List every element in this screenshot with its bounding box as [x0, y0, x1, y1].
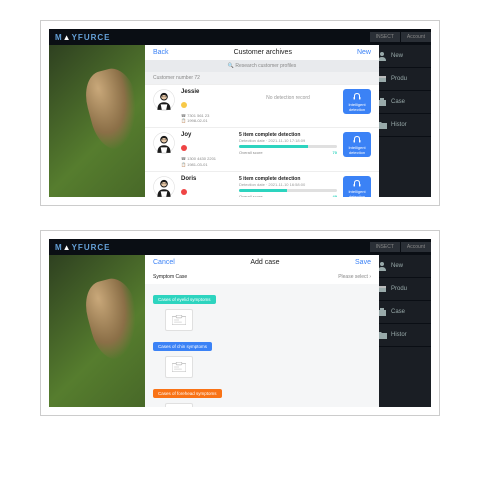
symptom-tag[interactable]: Cases of eyelid symptoms — [153, 295, 216, 304]
case-card[interactable] — [165, 356, 193, 378]
symptom-label: Symptom Case — [153, 274, 187, 280]
archives-panel: Back Customer archives New 🔍 Research cu… — [145, 45, 379, 197]
top-buttons: INSECT Account — [370, 242, 431, 252]
symptom-tag-block: Cases of eyelid symptoms — [153, 288, 371, 331]
top-btn-insect[interactable]: INSECT — [370, 32, 400, 42]
mockup-archives: M▲YFURCE INSECT Account New Produ Case H… — [40, 20, 440, 206]
brand-logo: M▲YFURCE — [49, 33, 110, 42]
back-link[interactable]: Back — [153, 49, 169, 56]
panel-title: Customer archives — [234, 49, 292, 56]
case-card[interactable] — [165, 309, 193, 331]
customer-row[interactable]: Doris☎ 1300 4430 2201📋 1979 / 1 / 11 5 it… — [145, 171, 379, 197]
user-dob: 📋 1981-03-01 — [181, 162, 233, 167]
case-card[interactable] — [165, 403, 193, 407]
detection-area: 5 item complete detectionDetection date … — [239, 132, 337, 155]
symptom-tag[interactable]: Cases of chin symptoms — [153, 342, 212, 351]
status-badge — [181, 145, 187, 151]
customer-row[interactable]: Joy☎ 1300 4430 2201📋 1981-03-01 5 item co… — [145, 127, 379, 170]
detection-area: 5 item complete detectionDetection date … — [239, 176, 337, 197]
addcase-panel: Cancel Add case Save Symptom Case Please… — [145, 255, 379, 407]
sidebar-item-product[interactable]: Produ — [371, 278, 431, 301]
status-badge — [181, 189, 187, 195]
no-detection: No detection record — [239, 89, 337, 101]
score-row: Overall score49 — [239, 194, 337, 197]
app-frame: M▲YFURCE INSECT Account New Produ Case H… — [49, 239, 431, 407]
user-info: Doris☎ 1300 4430 2201📋 1979 / 1 / 11 — [181, 176, 233, 197]
sidebar-item-new[interactable]: New — [371, 255, 431, 278]
sidebar: New Produ Case Histor — [371, 45, 431, 197]
app-frame: M▲YFURCE INSECT Account New Produ Case H… — [49, 29, 431, 197]
user-name: Jessie — [181, 89, 233, 95]
avatar — [153, 132, 175, 154]
symptom-tag-block: Cases of forehead symptoms — [153, 382, 371, 407]
sidebar-item-cases[interactable]: Case — [371, 91, 431, 114]
customer-count: Customer number 72 — [145, 72, 379, 84]
mockup-addcase: M▲YFURCE INSECT Account New Produ Case H… — [40, 230, 440, 416]
sidebar-item-cases[interactable]: Case — [371, 301, 431, 324]
sidebar-item-history[interactable]: Histor — [371, 114, 431, 137]
tag-list: Cases of eyelid symptoms Cases of chin sy… — [145, 284, 379, 407]
symptom-tag[interactable]: Cases of forehead symptoms — [153, 389, 222, 398]
topbar: M▲YFURCE INSECT Account — [49, 239, 431, 255]
sidebar: New Produ Case Histor — [371, 255, 431, 407]
search-input[interactable]: 🔍 Research customer profiles — [145, 60, 379, 72]
score-row: Overall score70 — [239, 150, 337, 155]
symptom-tag-block: Cases of chin symptoms — [153, 335, 371, 378]
avatar — [153, 89, 175, 111]
intelligent-detection-button[interactable]: Intelligent detection — [343, 176, 371, 197]
top-btn-account[interactable]: Account — [401, 32, 431, 42]
brand-logo: M▲YFURCE — [49, 243, 110, 252]
user-info: Jessie☎ 7301 561 23📋 1998-02-01 — [181, 89, 233, 123]
avatar — [153, 176, 175, 197]
intelligent-detection-button[interactable]: Intelligent detection — [343, 89, 371, 114]
please-select: Please select › — [338, 274, 371, 280]
save-link[interactable]: Save — [355, 259, 371, 266]
topbar: M▲YFURCE INSECT Account — [49, 29, 431, 45]
panel-title: Add case — [250, 259, 279, 266]
new-link[interactable]: New — [357, 49, 371, 56]
top-buttons: INSECT Account — [370, 32, 431, 42]
detection-area: No detection record — [239, 89, 337, 101]
user-info: Joy☎ 1300 4430 2201📋 1981-03-01 — [181, 132, 233, 166]
score-bar — [239, 189, 337, 192]
detection-date: Detection date · 2021-11-10 16:58:00 — [239, 182, 337, 187]
top-btn-account[interactable]: Account — [401, 242, 431, 252]
status-badge — [181, 102, 187, 108]
user-name: Doris — [181, 176, 233, 182]
customer-list: Jessie☎ 7301 561 23📋 1998-02-01 No detect… — [145, 84, 379, 197]
customer-row[interactable]: Jessie☎ 7301 561 23📋 1998-02-01 No detect… — [145, 84, 379, 127]
sidebar-item-product[interactable]: Produ — [371, 68, 431, 91]
panel-header: Cancel Add case Save — [145, 255, 379, 270]
intelligent-detection-button[interactable]: Intelligent detection — [343, 132, 371, 157]
sidebar-item-history[interactable]: Histor — [371, 324, 431, 347]
user-dob: 📋 1998-02-01 — [181, 118, 233, 123]
sidebar-item-new[interactable]: New — [371, 45, 431, 68]
symptom-row[interactable]: Symptom Case Please select › — [145, 270, 379, 284]
detection-date: Detection date · 2021-11-10 17:18:09 — [239, 138, 337, 143]
top-btn-insect[interactable]: INSECT — [370, 242, 400, 252]
score-bar — [239, 145, 337, 148]
cancel-link[interactable]: Cancel — [153, 259, 175, 266]
panel-header: Back Customer archives New — [145, 45, 379, 60]
user-name: Joy — [181, 132, 233, 138]
